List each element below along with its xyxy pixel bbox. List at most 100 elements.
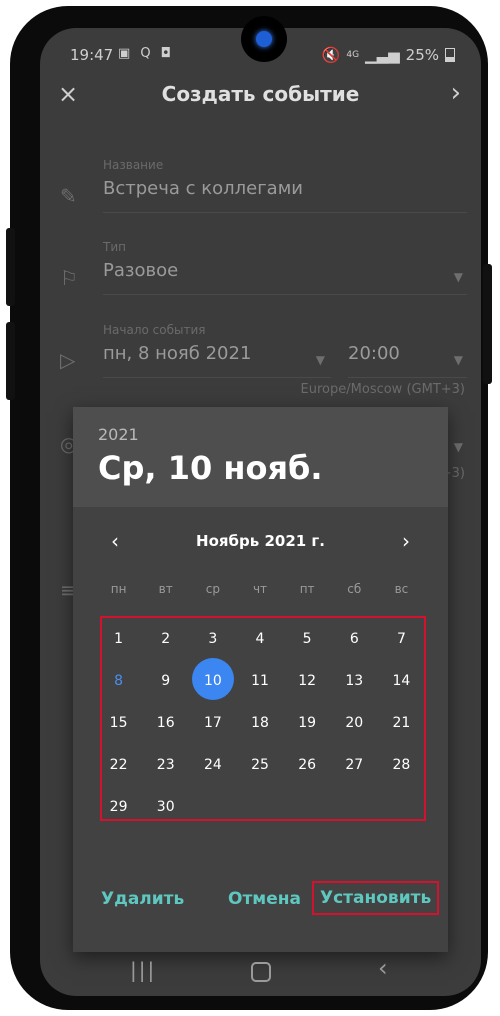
- start-date: пн, 8 нояб 2021: [103, 343, 252, 364]
- chevron-down-icon: ▼: [453, 440, 463, 454]
- timezone-label: Europe/Moscow (GMT+3): [300, 382, 465, 397]
- calendar-day-label: 12: [298, 673, 317, 689]
- calendar-day[interactable]: 29: [95, 797, 142, 839]
- calendar-day[interactable]: 21: [378, 713, 425, 755]
- delete-button[interactable]: Удалить: [95, 885, 190, 913]
- home-icon[interactable]: [251, 962, 271, 982]
- calendar-day-label: 17: [203, 715, 222, 731]
- calendar-day[interactable]: 25: [236, 755, 283, 797]
- calendar-day-label: 30: [156, 799, 175, 815]
- type-value: Разовое: [103, 260, 179, 281]
- set-button[interactable]: Установить: [312, 881, 440, 915]
- status-right: 🔇 4G ▁▃▅ 25%: [322, 46, 455, 64]
- calendar-day-label: 2: [161, 631, 171, 647]
- selected-year[interactable]: 2021: [98, 425, 139, 444]
- weekday-label: ср: [205, 582, 220, 596]
- calendar-day-label: 27: [345, 757, 364, 773]
- side-button-right: [483, 264, 492, 384]
- recents-icon[interactable]: |||: [130, 958, 156, 982]
- calendar-day[interactable]: 27: [331, 755, 378, 797]
- app-bar: × Создать событие ›: [40, 72, 481, 120]
- calendar-day-label: 8: [114, 673, 124, 689]
- calendar-day[interactable]: 20: [331, 713, 378, 755]
- calendar-day[interactable]: 22: [95, 755, 142, 797]
- calendar-day[interactable]: 15: [95, 713, 142, 755]
- weekday-label: чт: [252, 582, 268, 596]
- battery-icon: [445, 48, 455, 62]
- calendar-day[interactable]: 13: [331, 671, 378, 713]
- chevron-down-icon: ▼: [453, 270, 463, 284]
- date-picker-dialog: 2021 Ср, 10 нояб. ‹ Ноябрь 2021 г. › пн в…: [73, 407, 448, 952]
- calendar-day[interactable]: 28: [378, 755, 425, 797]
- screen: 19:47 ▣ Q ◘ 🔇 4G ▁▃▅ 25% × Создать событ…: [40, 28, 481, 996]
- status-time: 19:47: [70, 46, 114, 64]
- calendar-day[interactable]: 4: [236, 629, 283, 671]
- calendar-day[interactable]: 14: [378, 671, 425, 713]
- calendar-day-label: 29: [109, 799, 128, 815]
- flag-icon: ⚐: [60, 266, 78, 290]
- name-field[interactable]: Название Встреча с коллегами: [103, 158, 467, 213]
- chevron-down-icon: ▼: [315, 353, 325, 367]
- weekday-label: пн: [110, 582, 127, 596]
- calendar-day-label: 21: [392, 715, 411, 731]
- calendar-day[interactable]: 24: [189, 755, 236, 797]
- calendar-day-label: 22: [109, 757, 128, 773]
- calendar-day[interactable]: 2: [142, 629, 189, 671]
- calendar-day[interactable]: 1: [95, 629, 142, 671]
- pencil-icon: ✎: [60, 184, 77, 208]
- calendar-day-label: 18: [251, 715, 269, 731]
- weekday-label: сб: [347, 582, 362, 596]
- start-label: Начало события: [103, 323, 206, 337]
- cancel-button[interactable]: Отмена: [222, 885, 307, 913]
- calendar-day[interactable]: 11: [236, 671, 283, 713]
- name-label: Название: [103, 158, 164, 172]
- camera-icon: [241, 16, 287, 62]
- weekday-label: вт: [158, 582, 173, 596]
- type-field[interactable]: Тип Разовое ▼: [103, 240, 467, 295]
- calendar-day[interactable]: 8: [95, 671, 142, 713]
- start-time: 20:00: [348, 343, 400, 364]
- weekday-label: пт: [299, 582, 315, 596]
- next-icon[interactable]: ›: [451, 78, 461, 108]
- calendar-day[interactable]: 17: [189, 713, 236, 755]
- calendar-day[interactable]: 26: [284, 755, 331, 797]
- calendar-day-label: 23: [156, 757, 175, 773]
- calendar-day[interactable]: 19: [284, 713, 331, 755]
- calendar-day[interactable]: 18: [236, 713, 283, 755]
- calendar-day-label: 3: [208, 631, 218, 647]
- calendar-day-label: 11: [251, 673, 269, 689]
- volume-button: [6, 228, 15, 306]
- calendar-day-label: 10: [203, 673, 222, 689]
- calendar-days: 1 2 3 4 5 6 7 8 9 10 11 12 13 14 15 16 17 18 19 20 21 22 23 24 2…: [95, 629, 425, 839]
- calendar-day[interactable]: 23: [142, 755, 189, 797]
- battery-percent: 25%: [405, 46, 439, 64]
- calendar-day[interactable]: 30: [142, 797, 189, 839]
- weekday-header: пн вт ср чт пт сб вс: [95, 582, 425, 596]
- signal-icon: ▁▃▅: [365, 46, 400, 64]
- calendar-day-label: 25: [251, 757, 269, 773]
- calendar-day-label: 20: [345, 715, 364, 731]
- notification-icons: ▣ Q ◘: [118, 46, 175, 61]
- chevron-right-icon[interactable]: ›: [402, 529, 410, 553]
- calendar-day-label: 5: [302, 631, 312, 647]
- calendar-day[interactable]: 5: [284, 629, 331, 671]
- calendar-day-label: 9: [161, 673, 171, 689]
- system-nav-bar: ||| ‹: [40, 948, 481, 996]
- power-button: [6, 322, 15, 400]
- calendar-day[interactable]: 6: [331, 629, 378, 671]
- calendar-day[interactable]: 9: [142, 671, 189, 713]
- start-time-field[interactable]: 20:00 ▼: [348, 323, 467, 378]
- calendar-day[interactable]: 7: [378, 629, 425, 671]
- start-date-field[interactable]: Начало события пн, 8 нояб 2021 ▼: [103, 323, 331, 378]
- calendar-day[interactable]: 10: [189, 671, 236, 713]
- calendar-day-label: 6: [349, 631, 359, 647]
- weekday-label: вс: [394, 582, 409, 596]
- calendar-day-label: 7: [396, 631, 406, 647]
- play-circle-icon: ▷: [60, 348, 76, 372]
- network-type: 4G: [346, 50, 360, 60]
- calendar-day-label: 14: [392, 673, 411, 689]
- back-icon[interactable]: ‹: [378, 954, 388, 982]
- calendar-day[interactable]: 16: [142, 713, 189, 755]
- calendar-day[interactable]: 12: [284, 671, 331, 713]
- name-value: Встреча с коллегами: [103, 178, 303, 199]
